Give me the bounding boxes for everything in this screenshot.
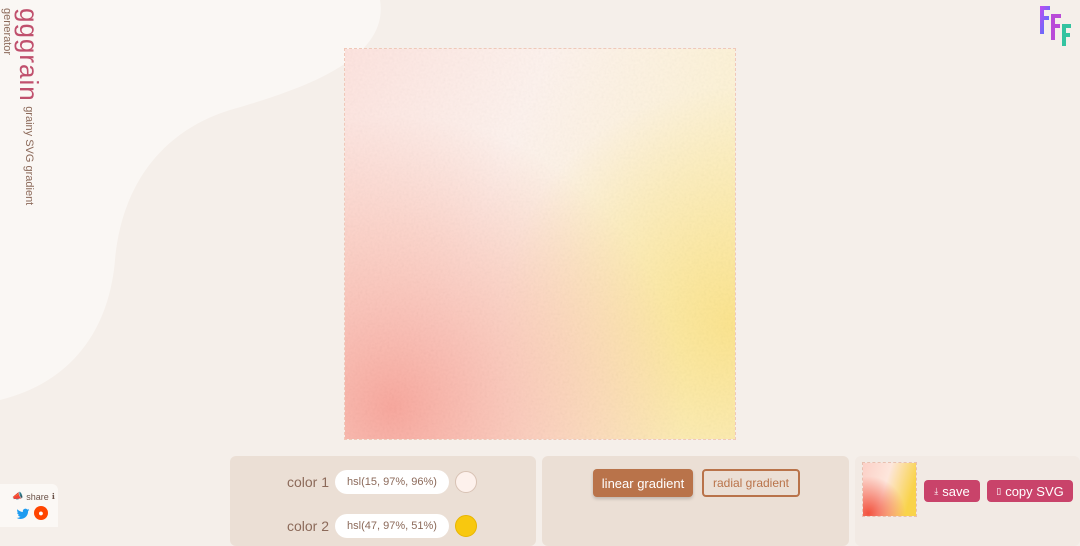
reddit-icon[interactable]: ● xyxy=(34,506,48,520)
download-icon: ⤓ xyxy=(934,485,939,496)
color2-label: color 2 xyxy=(286,518,329,534)
save-label: save xyxy=(942,483,970,499)
radial-gradient-button[interactable]: radial gradient xyxy=(702,469,800,497)
color1-row: color 1 hsl(15, 97%, 96%) xyxy=(230,470,536,496)
share-label: share xyxy=(26,491,49,502)
twitter-icon[interactable] xyxy=(16,507,30,521)
logo-icon xyxy=(1040,6,1071,46)
copy-label: copy SVG xyxy=(1005,483,1064,499)
copy-svg-button[interactable]: ▯ copy SVG xyxy=(987,480,1073,502)
gradient-thumbnail xyxy=(862,462,917,517)
color2-input[interactable]: hsl(47, 97%, 51%) xyxy=(335,514,449,538)
fff-logo[interactable] xyxy=(1036,4,1074,48)
color2-swatch[interactable] xyxy=(455,515,477,537)
info-icon: ℹ xyxy=(51,492,55,501)
color2-row: color 2 hsl(47, 97%, 51%) xyxy=(230,514,536,540)
app-title: gggrain grainy SVG gradient generator xyxy=(1,8,44,208)
gradient-preview-canvas xyxy=(344,48,736,440)
gradient-type-panel: linear gradient radial gradient xyxy=(542,456,849,546)
color1-input[interactable]: hsl(15, 97%, 96%) xyxy=(335,470,449,494)
export-panel: ⤓ save ▯ copy SVG xyxy=(855,456,1080,546)
app-title-text: gggrain xyxy=(14,8,44,102)
color1-swatch[interactable] xyxy=(455,471,477,493)
linear-gradient-button[interactable]: linear gradient xyxy=(593,469,693,497)
share-panel: 📣 share ℹ ● xyxy=(0,484,58,527)
color1-label: color 1 xyxy=(286,474,329,490)
megaphone-icon: 📣 xyxy=(12,491,24,501)
color-controls-panel: color 1 hsl(15, 97%, 96%) color 2 hsl(47… xyxy=(230,456,536,546)
clipboard-icon: ▯ xyxy=(996,485,1002,496)
save-button[interactable]: ⤓ save xyxy=(924,480,980,502)
